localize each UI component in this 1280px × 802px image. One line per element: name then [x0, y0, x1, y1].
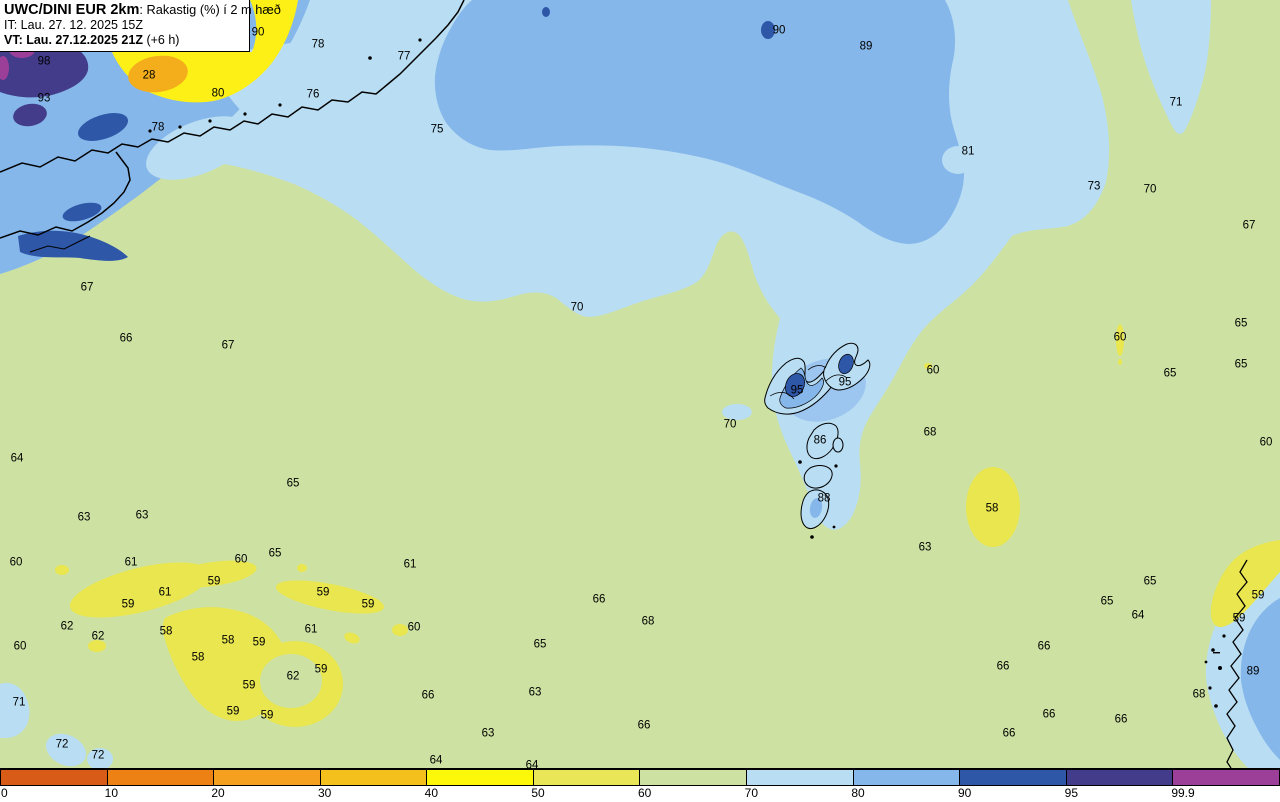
valid-time-line: VT: Lau. 27.12.2025 21Z (+6 h)	[4, 33, 244, 48]
colorbar-segments	[0, 769, 1280, 786]
navy-speck-90	[761, 21, 775, 39]
colorbar-tick: 10	[104, 786, 119, 800]
dark-speck	[542, 7, 550, 17]
colorbar-tick: 50	[531, 786, 545, 800]
colorbar-tick: 40	[424, 786, 439, 800]
colorbar-tick: 30	[318, 786, 332, 800]
colorbar-segment	[107, 770, 215, 785]
colorbar-tick: 80	[851, 786, 865, 800]
title-line: UWC/DINI EUR 2km: Rakastig (%) í 2 m hæð	[4, 2, 281, 18]
yellow-streak-60	[1116, 324, 1124, 356]
colorbar-segment	[533, 770, 641, 785]
colorbar-ticks: 0 10 20 30 40 50 60 70 80 90 95 99.9	[0, 786, 1280, 802]
colorbar-segment	[747, 770, 854, 785]
humidity-map-graphic	[0, 0, 1280, 768]
colorbar-segment	[214, 770, 321, 785]
map-title-box: UWC/DINI EUR 2km: Rakastig (%) í 2 m hæð…	[0, 0, 281, 52]
colorbar-segment	[853, 770, 961, 785]
colorbar-tick: 90	[958, 786, 972, 800]
humidity-colorbar: 0 10 20 30 40 50 60 70 80 90 95 99.9	[0, 768, 1280, 802]
weather-map-viewport: 98 28 93 80 90 78 77 76 78 75 90 89 81 71 73 70 67 70 67 66…	[0, 0, 1280, 802]
colorbar-segment	[640, 770, 748, 785]
yellow-blob-58	[966, 467, 1020, 547]
small-70-blob-west-of-faroes	[722, 404, 752, 420]
colorbar-tick: 70	[744, 786, 759, 800]
colorbar-segment	[427, 770, 534, 785]
model-name: UWC/DINI EUR 2km	[4, 2, 140, 18]
parameter-name: : Rakastig (%) í 2 m hæð	[139, 2, 281, 17]
colorbar-segment	[1173, 770, 1279, 785]
yellow-dot-a	[1118, 359, 1122, 365]
map-area: 98 28 93 80 90 78 77 76 78 75 90 89 81 71 73 70 67 70 67 66…	[0, 0, 1280, 768]
colorbar-tick: 60	[638, 786, 652, 800]
colorbar-tick: 20	[211, 786, 225, 800]
init-time: IT: Lau. 27. 12. 2025 15Z	[4, 18, 143, 32]
colorbar-tick: 0	[1, 786, 8, 800]
colorbar-tick: 95	[1064, 786, 1079, 800]
valid-time: VT: Lau. 27.12.2025 21Z	[4, 33, 143, 47]
colorbar-segment	[320, 770, 428, 785]
colorbar-segment	[960, 770, 1067, 785]
colorbar-segment	[1066, 770, 1174, 785]
yellow-dot-b	[924, 363, 932, 369]
colorbar-tick: 99.9	[1171, 786, 1195, 800]
colorbar-segment	[1, 770, 108, 785]
light-notch-81	[942, 146, 974, 174]
valid-offset: (+6 h)	[142, 33, 180, 47]
